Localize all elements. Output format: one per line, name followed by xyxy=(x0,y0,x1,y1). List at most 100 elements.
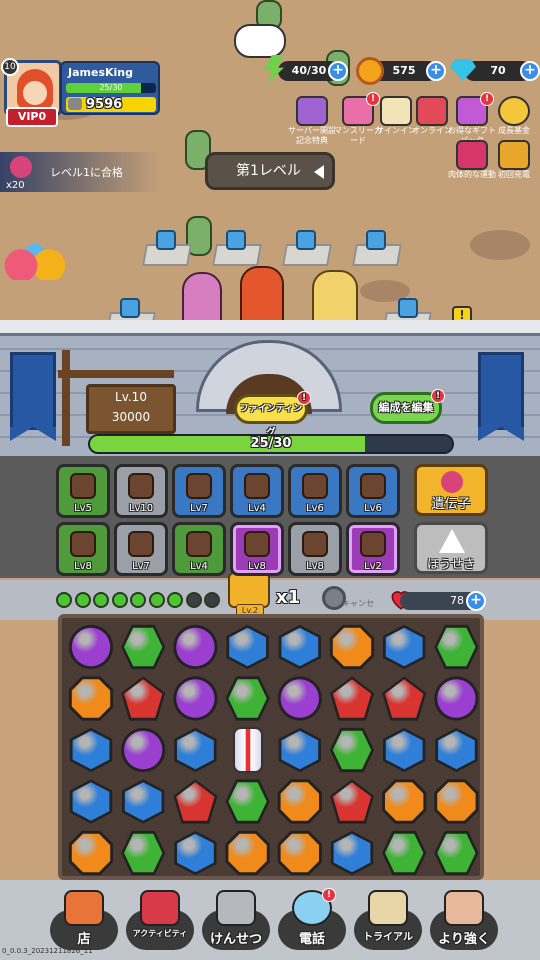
gem-blue[interactable] xyxy=(69,727,113,773)
gem-orange[interactable] xyxy=(68,830,114,876)
gem-red[interactable] xyxy=(329,779,375,824)
gem-blue[interactable] xyxy=(69,779,113,824)
equipment-slot[interactable]: Lv2 xyxy=(346,522,400,576)
gem-red[interactable] xyxy=(329,676,375,721)
speech-bubble[interactable] xyxy=(234,24,286,58)
gem-orange[interactable] xyxy=(434,779,479,824)
lock-icon[interactable] xyxy=(366,230,386,250)
gem-green[interactable] xyxy=(434,830,479,876)
equipment-slot[interactable]: Lv4 xyxy=(172,522,226,576)
archer-hero[interactable] xyxy=(240,266,284,328)
add-hp-button[interactable]: + xyxy=(466,591,486,611)
energy-counter[interactable]: 40/30 + xyxy=(264,55,348,83)
level-selector[interactable]: 第1レベル xyxy=(205,152,335,190)
gem-green[interactable] xyxy=(329,727,375,773)
equipment-icon xyxy=(360,473,386,499)
gem-green[interactable] xyxy=(382,830,427,876)
equipment-slot[interactable]: Lv6 xyxy=(288,464,342,518)
lock-icon[interactable] xyxy=(296,230,316,250)
gift-scroll-icon xyxy=(296,96,328,126)
gem-purple[interactable] xyxy=(277,676,322,721)
gem-purple[interactable] xyxy=(121,727,166,773)
castle-icon xyxy=(216,890,256,926)
gem-blue[interactable] xyxy=(278,727,321,773)
gem-orange[interactable] xyxy=(277,779,322,824)
gem-blue[interactable] xyxy=(226,624,269,670)
lock-icon[interactable] xyxy=(226,230,246,250)
gem-orange[interactable] xyxy=(225,830,270,876)
gem-blue[interactable] xyxy=(383,727,426,773)
nav-activity[interactable]: アクティビティ xyxy=(126,890,194,958)
gem-button[interactable]: ほうせき xyxy=(414,522,488,574)
lock-icon[interactable] xyxy=(120,298,140,318)
equipment-slot[interactable]: Lv5 xyxy=(56,464,110,518)
gem-green[interactable] xyxy=(121,830,166,876)
gem-blue[interactable] xyxy=(122,779,165,824)
gem-purple[interactable] xyxy=(434,676,479,721)
gene-button[interactable]: 遺伝子 xyxy=(414,464,488,516)
gem-purple[interactable] xyxy=(173,624,218,670)
quest-banner[interactable]: レベル1に合格 x20 xyxy=(0,152,160,192)
lock-icon[interactable] xyxy=(156,230,176,250)
gem-orange[interactable] xyxy=(329,624,375,670)
gem-blue[interactable] xyxy=(330,830,374,876)
nav-stronger[interactable]: より強く xyxy=(430,890,498,958)
gem-blue[interactable] xyxy=(278,624,321,670)
wall-level: Lv.10 xyxy=(115,390,147,404)
nav-trial[interactable]: トライアル xyxy=(354,890,422,958)
growth-fund[interactable]: 成長基金 xyxy=(488,96,540,146)
gem-green[interactable] xyxy=(434,624,479,670)
add-coins-button[interactable]: + xyxy=(426,61,446,81)
gem-purple[interactable] xyxy=(68,624,114,670)
gem-green[interactable] xyxy=(225,779,270,824)
treasure-chest-icon[interactable] xyxy=(228,572,270,608)
equipment-slot[interactable]: Lv6 xyxy=(346,464,400,518)
equipment-slot[interactable]: Lv10 xyxy=(114,464,168,518)
skip-label[interactable]: キャンセ xyxy=(342,598,374,609)
gem-orange[interactable] xyxy=(277,830,322,876)
gem-blue[interactable] xyxy=(174,830,217,876)
gem-orange[interactable] xyxy=(382,779,427,824)
gem-face xyxy=(437,782,476,821)
equipment-slot[interactable]: Lv8 xyxy=(288,522,342,576)
gem-blue[interactable] xyxy=(174,727,217,773)
gem-green[interactable] xyxy=(121,624,166,670)
equipment-slot[interactable]: Lv8 xyxy=(230,522,284,576)
gem-purple[interactable] xyxy=(173,676,218,721)
gem-face xyxy=(71,679,111,718)
vip-badge[interactable]: VIP0 xyxy=(6,107,58,127)
equipment-icon xyxy=(186,473,212,499)
server-launch-event[interactable]: サーバー開設記念特典 xyxy=(286,96,338,146)
equipment-icon xyxy=(186,531,212,557)
gem-red[interactable] xyxy=(121,676,166,721)
treasure-pile[interactable] xyxy=(0,244,70,280)
nav-build-label: けんせつ xyxy=(209,932,262,947)
wall-level-sign[interactable]: Lv.10 30000 xyxy=(86,384,176,434)
fighting-button[interactable]: ファインティング ! xyxy=(234,391,311,438)
gem-face xyxy=(281,730,319,770)
equipment-slot[interactable]: Lv8 xyxy=(56,522,110,576)
gem-blue[interactable] xyxy=(383,624,426,670)
diamond-counter[interactable]: 70 + xyxy=(450,59,540,81)
equipment-level: Lv7 xyxy=(190,503,208,514)
coin-counter[interactable]: 575 + xyxy=(356,57,446,85)
combo-pip xyxy=(130,592,146,608)
gem-red[interactable] xyxy=(173,779,218,824)
add-diamonds-button[interactable]: + xyxy=(520,61,540,81)
gem-blue[interactable] xyxy=(435,727,478,773)
nav-build[interactable]: けんせつ xyxy=(202,890,270,958)
gem-green[interactable] xyxy=(225,676,270,721)
gem-orange[interactable] xyxy=(68,676,114,721)
equipment-slot[interactable]: Lv7 xyxy=(114,522,168,576)
equipment-slot[interactable]: Lv4 xyxy=(230,464,284,518)
gem-red[interactable] xyxy=(382,676,427,721)
player-panel[interactable]: 10 VIP0 JamesKing 25/30 9596 xyxy=(0,58,162,128)
edit-team-button[interactable]: 編成を編集 ! xyxy=(370,389,445,424)
lock-icon[interactable] xyxy=(398,298,418,318)
gem-special[interactable] xyxy=(232,727,263,773)
add-energy-button[interactable]: + xyxy=(328,61,348,81)
first-recharge[interactable]: 初回充電 xyxy=(488,140,540,190)
gem-face xyxy=(71,833,111,873)
nav-phone[interactable]: 電話 ! xyxy=(278,888,346,958)
equipment-slot[interactable]: Lv7 xyxy=(172,464,226,518)
